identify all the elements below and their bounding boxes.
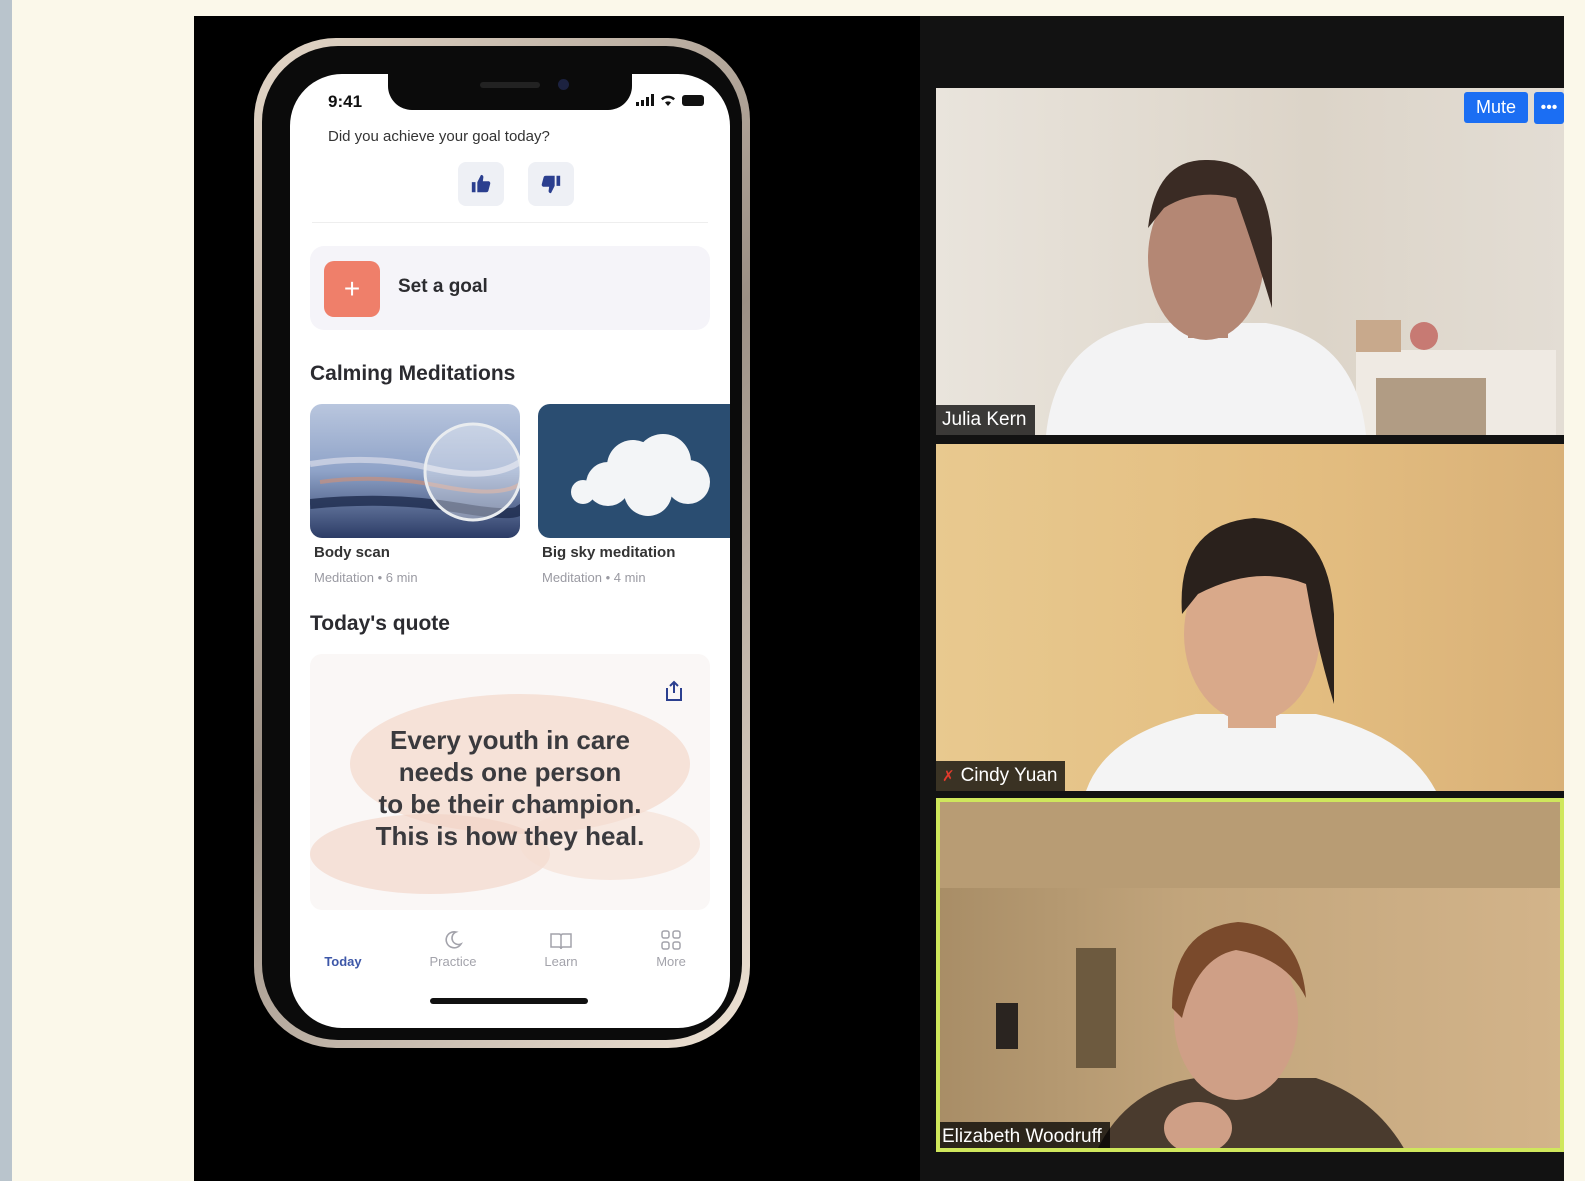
sun-icon (298, 924, 388, 950)
video-tile-julia[interactable]: Julia Kern Mute ••• (936, 88, 1564, 435)
participant-name-label: ✗ Cindy Yuan (936, 761, 1066, 791)
tab-practice[interactable]: Practice (408, 924, 498, 969)
calming-meditations-title: Calming Meditations (310, 362, 516, 385)
participant-video (1086, 518, 1436, 791)
share-icon[interactable] (664, 680, 684, 702)
card-title: Big sky meditation (542, 544, 676, 561)
card-title: Body scan (314, 544, 390, 561)
phone-notch (388, 74, 632, 110)
card-subtitle: Meditation • 6 min (314, 570, 418, 585)
tab-learn[interactable]: Learn (516, 924, 606, 969)
thumbs-up-icon (471, 174, 491, 193)
book-icon (550, 933, 572, 950)
video-gallery: Julia Kern Mute ••• ✗ Cindy Yuan Elizabe… (920, 16, 1564, 1181)
participant-video (936, 798, 1564, 1152)
thumbs-up-button[interactable] (458, 162, 504, 206)
muted-mic-icon: ✗ (942, 768, 955, 785)
phone-mockup: 9:41 Did you achieve your goal today? + … (254, 38, 750, 1048)
todays-quote-title: Today's quote (310, 612, 450, 635)
moon-icon (445, 931, 463, 949)
thumbs-down-icon (541, 175, 561, 194)
set-goal-button[interactable]: + Set a goal (310, 246, 710, 330)
signal-icon (636, 94, 654, 106)
video-tile-cindy[interactable]: ✗ Cindy Yuan (936, 444, 1564, 791)
big-sky-card-image[interactable] (538, 404, 730, 538)
thumbs-down-button[interactable] (528, 162, 574, 206)
participant-name-label: Elizabeth Woodruff (936, 1122, 1110, 1152)
body-scan-card-image[interactable] (310, 404, 520, 538)
phone-screen: 9:41 Did you achieve your goal today? + … (290, 74, 730, 1028)
quote-text: Every youth in care needs one person to … (375, 725, 645, 851)
grid-icon (661, 930, 681, 950)
participant-video (1046, 159, 1556, 435)
screen-share-stage: 9:41 Did you achieve your goal today? + … (194, 16, 1564, 1181)
tab-today[interactable]: Today (298, 924, 388, 969)
cloud-image (538, 404, 730, 538)
plus-icon: + (324, 261, 380, 317)
quote-card: Every youth in care needs one person to … (310, 654, 710, 910)
window-edge (0, 0, 12, 1181)
more-options-button[interactable]: ••• (1534, 92, 1564, 124)
wifi-icon (661, 95, 675, 106)
participant-name-label: Julia Kern (936, 405, 1035, 435)
water-image (310, 404, 520, 538)
goal-question: Did you achieve your goal today? (328, 128, 550, 145)
battery-icon (682, 95, 704, 106)
card-subtitle: Meditation • 4 min (542, 570, 646, 585)
mute-button[interactable]: Mute (1463, 92, 1528, 123)
home-indicator (430, 998, 588, 1004)
tab-more[interactable]: More (626, 924, 716, 969)
video-tile-elizabeth[interactable]: Elizabeth Woodruff (936, 798, 1564, 1152)
shared-screen-pane: 9:41 Did you achieve your goal today? + … (194, 16, 920, 1181)
set-goal-label: Set a goal (398, 276, 488, 297)
status-icons (636, 94, 704, 106)
tab-bar: Today Practice Learn More (290, 924, 730, 984)
status-time: 9:41 (328, 92, 363, 111)
